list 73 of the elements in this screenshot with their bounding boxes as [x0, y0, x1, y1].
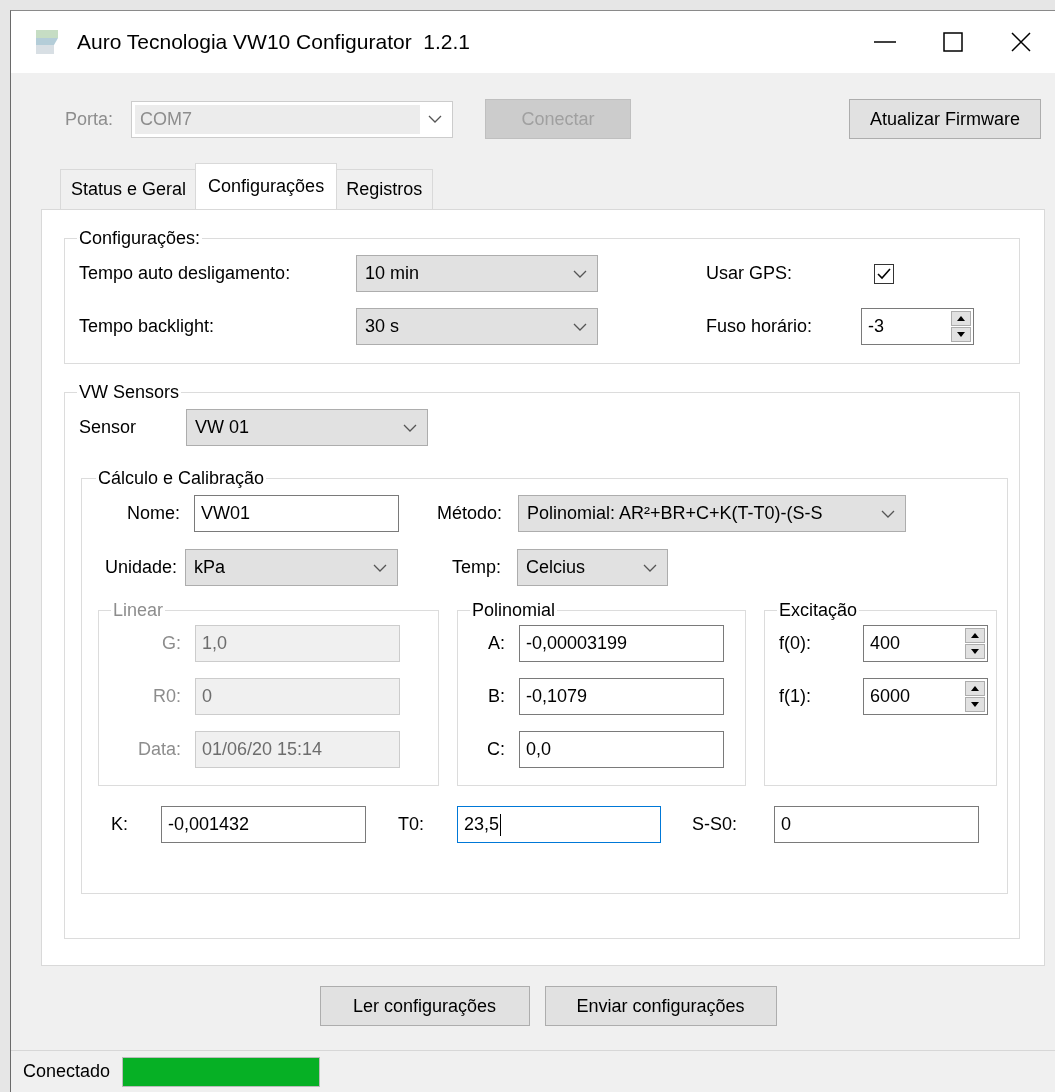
field-label: K: [110, 814, 129, 835]
action-button[interactable]: Enviar configurações [544, 986, 777, 1026]
dropdown[interactable]: 30 s [356, 308, 598, 345]
group-title: Cálculo e Calibração [97, 468, 266, 489]
close-icon [1011, 32, 1031, 52]
dropdown[interactable]: kPa [185, 549, 398, 586]
window-title: Auro Tecnologia VW10 Configurator 1.2.1 [77, 30, 471, 54]
dropdown[interactable]: VW 01 [186, 409, 428, 446]
field-label: f(0): [778, 633, 812, 654]
group-title: VW Sensors [78, 382, 181, 403]
text-field[interactable]: VW01 [194, 495, 399, 532]
field-label: Nome: [126, 503, 181, 524]
field-label: Tempo auto desligamento: [79, 263, 292, 284]
spinner-field[interactable]: 6000 [863, 678, 988, 715]
field-label: Tempo backlight: [79, 316, 216, 337]
status-text: Conectado [23, 1061, 111, 1082]
tab[interactable]: Registros [335, 169, 434, 209]
triangle-down-icon [957, 332, 965, 337]
triangle-up-icon [957, 316, 965, 321]
spin-down-button[interactable] [965, 644, 985, 659]
spinner-field[interactable]: -3 [861, 308, 974, 345]
spin-down-button[interactable] [951, 327, 971, 342]
maximize-icon [943, 32, 963, 52]
triangle-down-icon [971, 649, 979, 654]
field-label: Temp: [450, 557, 502, 578]
text-field[interactable]: 23,5 [457, 806, 661, 843]
chevron-down-icon [643, 563, 657, 572]
field-label: A: [487, 633, 506, 654]
group-title: Linear [112, 600, 165, 621]
spin-up-button[interactable] [965, 628, 985, 643]
field-label: S-S0: [691, 814, 739, 835]
chevron-down-icon [428, 115, 442, 123]
triangle-up-icon [971, 633, 979, 638]
spin-up-button[interactable] [951, 311, 971, 326]
action-button[interactable]: Ler configurações [319, 986, 530, 1026]
field-label: C: [486, 739, 506, 760]
chevron-down-icon [573, 322, 587, 331]
spin-up-button[interactable] [965, 681, 985, 696]
spinner-field[interactable]: 400 [863, 625, 988, 662]
text-field[interactable]: 0 [774, 806, 979, 843]
minimize-icon [874, 41, 896, 43]
group-title: Polinomial [471, 600, 557, 621]
group-title: Configurações: [78, 228, 202, 249]
text-field[interactable]: -0,00003199 [519, 625, 724, 662]
spin-down-button[interactable] [965, 697, 985, 712]
tab[interactable]: Configurações [195, 163, 338, 209]
chevron-down-icon [403, 423, 417, 432]
chevron-down-icon [373, 563, 387, 572]
text-field[interactable]: 0,0 [519, 731, 724, 768]
field-label: G: [161, 633, 182, 654]
checkmark-icon [877, 267, 891, 280]
group-title: Excitação [778, 600, 859, 621]
text-field[interactable]: -0,001432 [161, 806, 366, 843]
checkbox[interactable] [874, 263, 894, 284]
triangle-up-icon [971, 686, 979, 691]
triangle-down-icon [971, 702, 979, 707]
field-label: Unidade: [103, 557, 178, 578]
field-label: T0: [397, 814, 425, 835]
field-label: Método: [435, 503, 503, 524]
dropdown[interactable]: 10 min [356, 255, 598, 292]
text-field[interactable]: -0,1079 [519, 678, 724, 715]
field-label: Usar GPS: [706, 263, 794, 284]
field-label: B: [487, 686, 506, 707]
tab[interactable]: Status e Geral [60, 169, 198, 209]
dropdown[interactable]: Polinomial: AR²+BR+C+K(T-T0)-(S-S [518, 495, 906, 532]
dropdown[interactable]: Celcius [517, 549, 668, 586]
field-label: f(1): [778, 686, 812, 707]
port-label: Porta: [65, 108, 115, 130]
field-label: Sensor [79, 417, 138, 438]
chevron-down-icon [881, 509, 895, 518]
field-label: Data: [136, 739, 182, 760]
chevron-down-icon [573, 269, 587, 278]
field-label: R0: [152, 686, 182, 707]
